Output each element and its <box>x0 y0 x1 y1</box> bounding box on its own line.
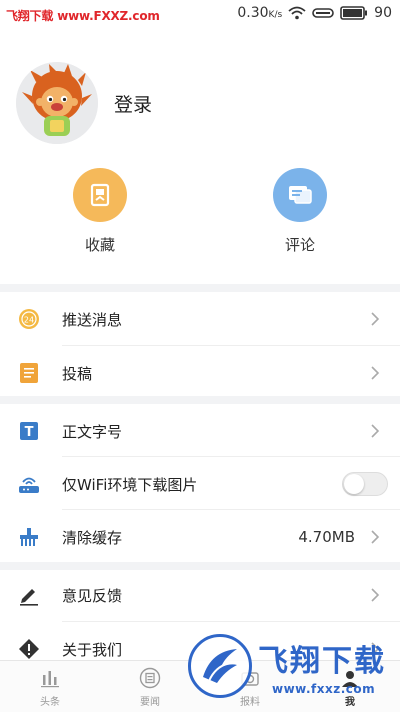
bar-chart-icon <box>41 671 59 688</box>
lion-mascot-icon <box>16 62 98 144</box>
tab-headlines-label: 头条 <box>40 697 60 708</box>
menu-item-submit[interactable]: 投稿 <box>0 346 400 400</box>
clear-cache-label: 清除缓存 <box>62 528 123 547</box>
comments-label: 评论 <box>284 236 315 254</box>
tab-headlines[interactable]: 头条 <box>0 661 100 712</box>
menu-item-wifi-images: 仅WiFi环境下载图片 <box>0 457 400 511</box>
section-gap <box>0 284 400 292</box>
status-indicators: 0.30K/s 90 <box>237 5 392 21</box>
watermark-bottom: 飞翔下载 www.fxxz.com <box>188 630 396 710</box>
avatar[interactable] <box>16 62 98 144</box>
tab-news[interactable]: 要闻 <box>100 661 200 712</box>
submit-label: 投稿 <box>62 364 93 383</box>
tab-news-label: 要闻 <box>140 697 160 708</box>
watermark-top: 飞翔下载 www.FXXZ.com <box>6 7 160 24</box>
wifi-icon <box>288 6 306 20</box>
net-speed: 0.30K/s <box>237 5 282 21</box>
about-label: 关于我们 <box>62 640 123 659</box>
net-speed-value: 0.30 <box>237 5 269 21</box>
watermark-title: 飞翔下载 <box>258 644 386 679</box>
comment-icon <box>289 186 312 204</box>
signal-icon <box>312 8 334 18</box>
push-icon: 24 <box>18 308 40 330</box>
menu-item-feedback[interactable]: 意见反馈 <box>0 568 400 622</box>
chevron-right-icon <box>371 588 380 602</box>
battery-icon <box>340 6 368 20</box>
net-speed-unit: K/s <box>268 10 283 20</box>
status-bar: 飞翔下载 www.FXXZ.com 0.30K/s 90 <box>0 0 400 28</box>
news-icon <box>139 667 161 689</box>
broom-icon <box>18 526 40 548</box>
info-icon <box>18 638 40 660</box>
watermark-site: www.FXXZ.com <box>57 9 160 23</box>
feedback-label: 意见反馈 <box>62 586 123 605</box>
chevron-right-icon <box>371 366 380 380</box>
comments-button[interactable]: 评论 <box>255 168 345 255</box>
comments-circle <box>273 168 327 222</box>
favorites-label: 收藏 <box>84 236 115 254</box>
watermark-domain: www.fxxz.com <box>272 682 376 696</box>
watermark-logo-icon <box>188 634 252 698</box>
bookmark-icon <box>90 183 110 207</box>
chevron-right-icon <box>371 424 380 438</box>
wifi-images-toggle[interactable] <box>342 472 388 496</box>
menu-item-font-size[interactable]: T 正文字号 <box>0 404 400 458</box>
favorites-button[interactable]: 收藏 <box>55 168 145 255</box>
svg-text:T: T <box>25 425 34 440</box>
router-icon <box>18 473 40 495</box>
toggle-knob <box>344 474 364 494</box>
wifi-images-label: 仅WiFi环境下载图片 <box>62 475 198 494</box>
favorites-circle <box>73 168 127 222</box>
font-size-icon: T <box>18 420 40 442</box>
document-icon <box>18 362 40 384</box>
menu-item-push[interactable]: 24 推送消息 <box>0 292 400 346</box>
cache-size: 4.70MB <box>298 528 355 546</box>
push-label: 推送消息 <box>62 310 123 329</box>
font-size-label: 正文字号 <box>62 422 123 441</box>
battery-level: 90 <box>374 5 392 21</box>
pencil-icon <box>18 584 40 606</box>
login-link[interactable]: 登录 <box>114 90 152 117</box>
chevron-right-icon <box>371 530 380 544</box>
section-gap <box>0 396 400 404</box>
menu-item-clear-cache[interactable]: 清除缓存 4.70MB <box>0 510 400 564</box>
watermark-brand: 飞翔下载 <box>6 9 54 23</box>
chevron-right-icon <box>371 312 380 326</box>
svg-text:24: 24 <box>24 316 34 325</box>
